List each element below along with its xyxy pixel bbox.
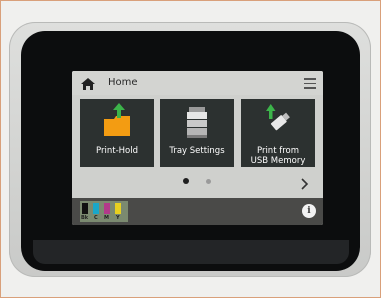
tray-settings-label: Tray Settings xyxy=(169,146,225,156)
print-hold-label: Print-Hold xyxy=(96,146,138,156)
info-icon-glyph: i xyxy=(307,206,311,216)
ink-bar-magenta xyxy=(104,203,110,214)
touch-screen: Home Print-Hold Tray Settings Print from… xyxy=(72,71,323,225)
print-from-usb-tile[interactable]: Print from USB Memory xyxy=(241,99,315,167)
page-indicator-current xyxy=(183,178,189,184)
print-hold-tile[interactable]: Print-Hold xyxy=(80,99,154,167)
ink-label-black: Bk xyxy=(81,215,89,221)
next-page-arrow-icon[interactable] xyxy=(298,175,310,190)
info-icon[interactable]: i xyxy=(302,204,316,218)
ink-bar-yellow xyxy=(115,203,121,214)
tray-settings-tile[interactable]: Tray Settings xyxy=(160,99,234,167)
menu-icon[interactable] xyxy=(304,78,316,89)
page-title: Home xyxy=(108,77,138,88)
print-from-usb-label-line2: USB Memory xyxy=(250,156,306,166)
ink-label-magenta: M xyxy=(104,215,109,221)
bezel-lower-panel xyxy=(33,240,349,264)
ink-bar-black xyxy=(82,203,88,214)
ink-bar-cyan xyxy=(93,203,99,214)
ink-levels-panel[interactable]: Bk C M Y xyxy=(80,201,128,222)
header-bar: Home xyxy=(72,71,323,95)
folder-upload-icon xyxy=(104,103,130,136)
usb-upload-icon xyxy=(266,104,290,131)
page-indicator-other[interactable] xyxy=(206,179,211,184)
ink-label-yellow: Y xyxy=(116,215,120,221)
home-icon[interactable] xyxy=(80,76,96,90)
printer-trays-icon xyxy=(187,107,207,138)
status-bar: Bk C M Y i xyxy=(72,198,323,225)
print-from-usb-label-line1: Print from xyxy=(256,146,300,156)
ink-label-cyan: C xyxy=(94,215,98,221)
